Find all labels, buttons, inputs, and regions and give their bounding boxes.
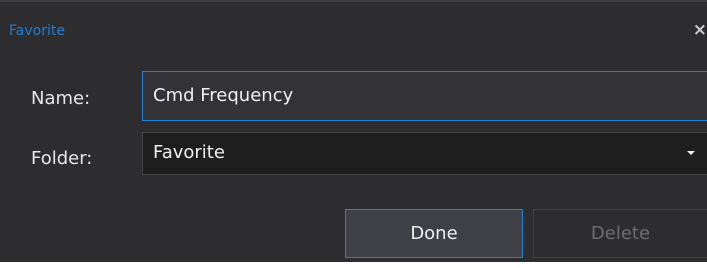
- chevron-down-icon: [687, 151, 695, 155]
- name-field[interactable]: [142, 71, 707, 121]
- name-input[interactable]: [153, 84, 693, 108]
- favorite-dialog: Favorite × Name: Folder: Favorite Done D…: [0, 0, 707, 262]
- done-button[interactable]: Done: [345, 209, 523, 258]
- dialog-title: Favorite: [9, 23, 65, 39]
- delete-button: Delete: [533, 209, 707, 258]
- name-label: Name:: [31, 88, 91, 109]
- folder-select[interactable]: Favorite: [142, 132, 707, 175]
- close-icon[interactable]: ×: [693, 20, 707, 40]
- folder-selected-value: Favorite: [153, 142, 225, 163]
- folder-label: Folder:: [31, 148, 93, 169]
